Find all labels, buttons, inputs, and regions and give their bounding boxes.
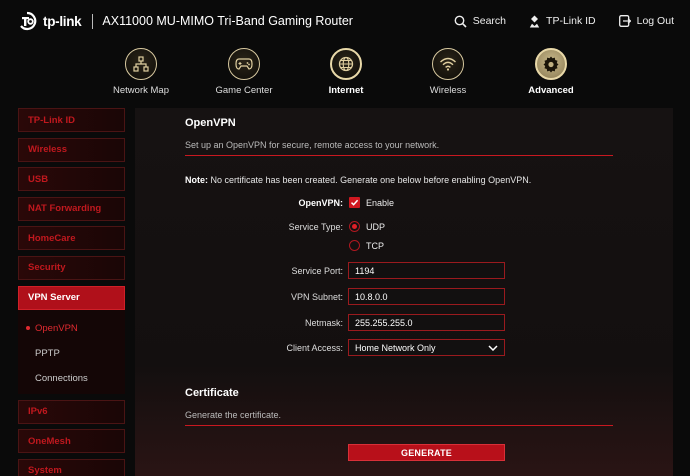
client-access-value: Home Network Only <box>355 342 436 353</box>
vpn-server-submenu: OpenVPN PPTP Connections <box>18 309 125 394</box>
udp-label: UDP <box>366 222 386 232</box>
nav-wireless[interactable]: Wireless <box>403 48 493 96</box>
logo-text: tp-link <box>43 13 82 29</box>
main-panel: OpenVPN Set up an OpenVPN for secure, re… <box>135 108 673 476</box>
certificate-title: Certificate <box>185 387 239 399</box>
tp-link-id-label: TP-Link ID <box>546 15 596 27</box>
sidebar-item-vpn-server[interactable]: VPN Server <box>18 285 125 310</box>
service-port-label: Service Port: <box>291 266 343 276</box>
note-text: No certificate has been created. Generat… <box>208 175 532 185</box>
vpn-subnet-value: 10.8.0.0 <box>355 291 388 302</box>
submenu-item-pptp[interactable]: PPTP <box>18 341 125 366</box>
nav-label: Network Map <box>113 85 169 96</box>
checkmark-icon <box>350 199 359 206</box>
gear-icon <box>543 56 559 73</box>
logout-label: Log Out <box>636 15 674 27</box>
service-port-input[interactable]: 1194 <box>348 262 505 279</box>
netmask-input[interactable]: 255.255.255.0 <box>348 314 505 331</box>
openvpn-title: OpenVPN <box>185 117 236 129</box>
submenu-item-openvpn[interactable]: OpenVPN <box>18 316 125 341</box>
nav-internet[interactable]: Internet <box>301 48 391 96</box>
submenu-item-connections[interactable]: Connections <box>18 366 125 391</box>
sidebar-item-homecare[interactable]: HomeCare <box>18 226 125 251</box>
tp-link-logo-icon <box>20 11 37 31</box>
top-actions: Search TP-Link ID Log Out <box>431 15 674 28</box>
netmask-label: Netmask: <box>304 318 343 328</box>
certificate-note: Note: No certificate has been created. G… <box>185 175 531 185</box>
service-port-value: 1194 <box>355 265 375 276</box>
sidebar: TP-Link ID Wireless USB NAT Forwarding H… <box>18 108 125 476</box>
nav-label: Internet <box>328 85 364 96</box>
wifi-icon <box>440 57 456 71</box>
sidebar-item-wireless[interactable]: Wireless <box>18 137 125 162</box>
generate-button[interactable]: GENERATE <box>348 444 505 461</box>
brand-separator <box>92 13 94 29</box>
section-divider <box>185 425 613 426</box>
nav-network-map[interactable]: Network Map <box>96 48 186 96</box>
submenu-label: PPTP <box>35 347 60 359</box>
sidebar-item-security[interactable]: Security <box>18 255 125 280</box>
user-icon <box>529 15 540 27</box>
vpn-subnet-input[interactable]: 10.8.0.0 <box>348 288 505 305</box>
tp-link-id-button[interactable]: TP-Link ID <box>529 15 596 28</box>
top-bar: tp-link AX11000 MU-MIMO Tri-Band Gaming … <box>0 0 690 42</box>
search-icon <box>454 15 467 28</box>
client-access-label: Client Access: <box>286 343 343 353</box>
openvpn-enable-checkbox[interactable] <box>349 197 360 208</box>
client-access-select[interactable]: Home Network Only <box>348 339 505 356</box>
search-button[interactable]: Search <box>454 15 506 28</box>
tcp-label: TCP <box>366 241 384 251</box>
sidebar-item-ipv6[interactable]: IPv6 <box>18 399 125 424</box>
submenu-label: OpenVPN <box>35 322 78 334</box>
nav-advanced[interactable]: Advanced <box>506 48 596 96</box>
logout-icon <box>618 15 631 27</box>
brand: tp-link AX11000 MU-MIMO Tri-Band Gaming … <box>17 11 353 31</box>
openvpn-enable-label: OpenVPN: <box>298 198 343 208</box>
nav-game-center[interactable]: Game Center <box>199 48 289 96</box>
sidebar-item-usb[interactable]: USB <box>18 167 125 192</box>
nav-label: Advanced <box>528 85 574 96</box>
network-map-icon <box>133 56 149 72</box>
search-label: Search <box>472 15 507 27</box>
gamepad-icon <box>235 58 253 70</box>
vpn-subnet-label: VPN Subnet: <box>290 292 343 302</box>
main-nav: Network Map Game Center Internet Wireles… <box>0 48 690 102</box>
active-dot-icon <box>26 326 30 331</box>
section-divider <box>185 155 613 156</box>
enable-option-label: Enable <box>366 198 395 208</box>
openvpn-description: Set up an OpenVPN for secure, remote acc… <box>185 140 440 150</box>
service-type-label: Service Type: <box>288 222 343 232</box>
router-model: AX11000 MU-MIMO Tri-Band Gaming Router <box>102 14 353 28</box>
tcp-radio[interactable] <box>349 240 360 251</box>
nav-label: Wireless <box>429 85 467 96</box>
submenu-label: Connections <box>35 372 88 384</box>
sidebar-item-onemesh[interactable]: OneMesh <box>18 429 125 454</box>
logout-button[interactable]: Log Out <box>618 15 674 27</box>
sidebar-item-nat-forwarding[interactable]: NAT Forwarding <box>18 196 125 221</box>
sidebar-item-tp-link-id[interactable]: TP-Link ID <box>18 108 125 132</box>
nav-label: Game Center <box>215 85 273 96</box>
sidebar-item-system[interactable]: System <box>18 458 125 476</box>
certificate-description: Generate the certificate. <box>185 410 282 420</box>
udp-radio[interactable] <box>349 221 360 232</box>
netmask-value: 255.255.255.0 <box>355 317 413 328</box>
note-label: Note: <box>185 175 208 185</box>
chevron-down-icon <box>488 344 498 351</box>
globe-icon <box>338 56 354 72</box>
